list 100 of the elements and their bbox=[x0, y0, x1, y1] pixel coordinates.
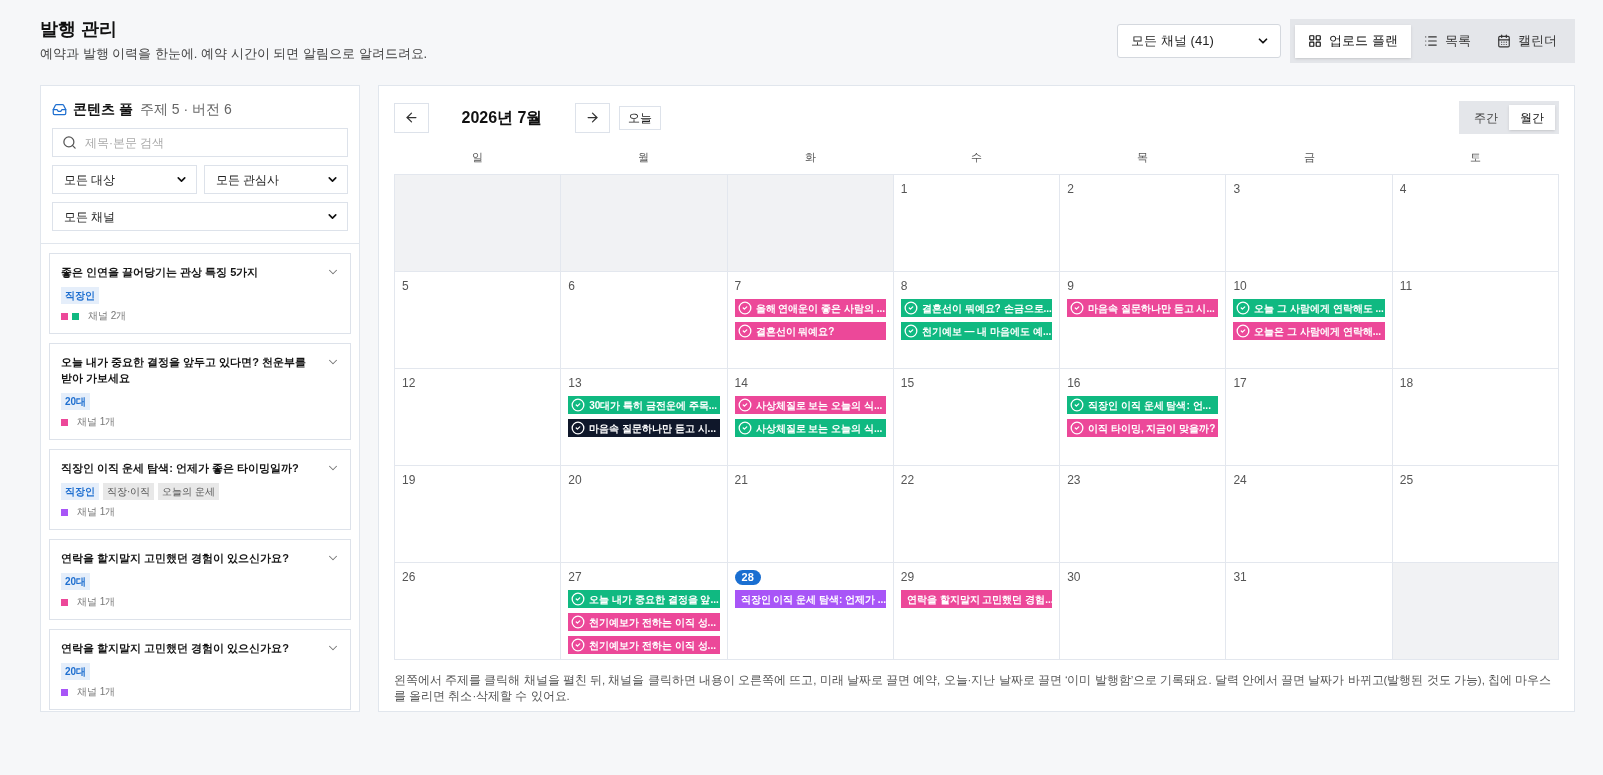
audience-tag: 직장인 bbox=[61, 287, 99, 304]
event-chip[interactable]: 마음속 질문하나만 듣고 시... bbox=[1067, 299, 1219, 317]
filter-dropdown[interactable]: 모든 대상 bbox=[52, 165, 197, 194]
day-number: 20 bbox=[568, 473, 582, 488]
today-date-marker: 28 bbox=[734, 570, 761, 585]
page-title: 발행 관리 bbox=[40, 19, 118, 39]
event-chip[interactable]: 오늘 내가 중요한 결정을 앞... bbox=[568, 590, 720, 608]
check-circle-icon bbox=[903, 324, 918, 338]
day-number: 11 bbox=[1399, 279, 1413, 294]
event-chip[interactable]: 30대가 특히 금전운에 주목... bbox=[568, 396, 720, 414]
filter-dropdown[interactable]: 모든 채널 bbox=[52, 202, 348, 231]
day-number: 24 bbox=[1233, 473, 1247, 488]
weekday-label: 토 bbox=[1470, 149, 1482, 165]
check-circle-icon bbox=[1070, 421, 1085, 435]
page-subtitle: 예약과 발행 이력을 한눈에. 예약 시간이 되면 알림으로 알려드려요. bbox=[40, 46, 428, 62]
check-circle-icon bbox=[1236, 324, 1251, 338]
view-tab[interactable]: 업로드 플랜 bbox=[1295, 24, 1411, 58]
arrow-right-icon bbox=[585, 110, 600, 125]
search-field[interactable]: 제목·본문 검색 bbox=[52, 128, 348, 157]
audience-tag: 20대 bbox=[61, 573, 91, 590]
period-tab[interactable]: 월간 bbox=[1509, 105, 1555, 130]
event-chip[interactable]: 천기예보 — 내 마음에도 예... bbox=[900, 322, 1053, 340]
event-chip[interactable]: 직장인 이직 운세 탐색: 언... bbox=[1067, 396, 1219, 414]
day-number: 30 bbox=[1067, 570, 1081, 585]
day-number: 9 bbox=[1067, 279, 1074, 294]
day-number: 2 bbox=[1067, 182, 1074, 197]
event-chip[interactable]: 천기예보가 전하는 이직 성... bbox=[568, 636, 720, 654]
check-circle-icon bbox=[737, 421, 752, 435]
filter-dropdown[interactable]: 모든 관심사 bbox=[203, 165, 348, 194]
list-icon bbox=[1424, 34, 1438, 48]
channel-count: 채널 2개 bbox=[88, 310, 127, 322]
day-number: 25 bbox=[1399, 473, 1414, 488]
previous-month-button[interactable] bbox=[394, 102, 429, 133]
channel-count: 채널 1개 bbox=[77, 686, 116, 698]
grid-icon bbox=[1308, 34, 1323, 48]
check-circle-icon bbox=[571, 615, 586, 629]
day-number: 15 bbox=[900, 376, 915, 391]
period-tab[interactable]: 주간 bbox=[1463, 105, 1509, 130]
audience-tag: 20대 bbox=[61, 393, 91, 410]
weekday-label: 금 bbox=[1303, 149, 1315, 165]
weekday-label: 화 bbox=[804, 149, 816, 165]
category-tag: 오늘의 운세 bbox=[158, 483, 220, 500]
check-circle-icon bbox=[571, 592, 586, 606]
event-chip[interactable]: 이직 타이밍, 지금이 맞을까? bbox=[1067, 419, 1219, 437]
check-circle-icon bbox=[737, 324, 752, 338]
event-chip[interactable]: 연락을 할지말지 고민했던 경험... bbox=[900, 590, 1053, 608]
day-number: 6 bbox=[568, 279, 575, 294]
inbox-icon bbox=[52, 101, 67, 117]
topic-card[interactable]: 직장인 이직 운세 탐색: 언제가 좋은 타이밍일까? 직장인 직장·이직 오늘의 운세 채널 1개 bbox=[49, 449, 351, 530]
day-number: 29 bbox=[900, 570, 915, 585]
check-circle-icon bbox=[571, 421, 586, 435]
weekday-label: 목 bbox=[1137, 149, 1149, 165]
audience-tag: 직장인 bbox=[61, 483, 99, 500]
calendar-icon bbox=[1497, 34, 1511, 48]
check-circle-icon bbox=[571, 398, 586, 412]
event-chip[interactable]: 직장인 이직 운세 탐색: 언제가 ... bbox=[734, 590, 886, 608]
day-number: 17 bbox=[1233, 376, 1247, 391]
panel-title: 콘텐츠 풀 bbox=[73, 99, 133, 119]
day-number: 7 bbox=[734, 279, 742, 294]
check-circle-icon bbox=[903, 301, 918, 315]
view-tab[interactable]: 목록 bbox=[1411, 24, 1484, 58]
topic-title: 좋은 인연을 끌어당기는 관상 특징 5가지 bbox=[61, 265, 260, 280]
weekday-label: 월 bbox=[638, 149, 650, 165]
check-circle-icon bbox=[1236, 301, 1251, 315]
weekday-label: 수 bbox=[971, 149, 982, 165]
view-tab[interactable]: 캘린더 bbox=[1484, 24, 1570, 58]
event-chip[interactable]: 마음속 질문하나만 듣고 시... bbox=[568, 419, 720, 437]
event-chip[interactable]: 오늘 그 사람에게 연락해도 ... bbox=[1233, 299, 1385, 317]
topic-card[interactable]: 좋은 인연을 끌어당기는 관상 특징 5가지 직장인 채널 2개 bbox=[49, 253, 351, 334]
next-month-button[interactable] bbox=[575, 102, 610, 133]
event-chip[interactable]: 천기예보가 전하는 이직 성... bbox=[568, 613, 720, 631]
event-chip[interactable]: 결혼선이 뭐예요? 손금으로... bbox=[900, 299, 1053, 317]
day-number: 22 bbox=[900, 473, 915, 488]
check-circle-icon bbox=[1070, 301, 1085, 315]
check-circle-icon bbox=[737, 301, 752, 315]
check-circle-icon bbox=[1070, 398, 1085, 412]
day-number: 14 bbox=[734, 376, 748, 391]
search-icon bbox=[62, 135, 77, 150]
event-chip[interactable]: 결혼선이 뭐예요? bbox=[734, 322, 886, 340]
channel-count: 채널 1개 bbox=[77, 416, 116, 428]
day-number: 3 bbox=[1233, 182, 1241, 197]
event-chip[interactable]: 사상체질로 보는 오늘의 식... bbox=[734, 396, 886, 414]
day-number: 21 bbox=[734, 473, 748, 488]
panel-summary: 주제 5 · 버전 6 bbox=[139, 99, 232, 119]
topic-card[interactable]: 연락을 할지말지 고민했던 경험이 있으신가요? 20대 채널 1개 bbox=[49, 629, 351, 710]
today-button[interactable]: 오늘 bbox=[619, 105, 661, 130]
topic-title: 연락을 할지말지 고민했던 경험이 있으신가요? bbox=[61, 551, 290, 566]
topic-card[interactable]: 연락을 할지말지 고민했던 경험이 있으신가요? 20대 채널 1개 bbox=[49, 539, 351, 620]
channel-dropdown[interactable]: 모든 채널 (41) bbox=[1117, 24, 1282, 58]
usage-hint: 왼쪽에서 주제를 클릭해 채널을 펼친 뒤, 채널을 클릭하면 내용이 오른쪽에 뜨고, 미래 날짜로 끌면 예약, 오늘·지난 날짜로 끌면 ‘이미 발행함’으로 기록돼요. 달력 안에서 끌면 날짜가 바뀌고(발행된 것도 가능), 칩에 마우스를 올리면 취소·삭제할 수 있어요. bbox=[394, 673, 1553, 704]
day-number: 5 bbox=[402, 279, 409, 294]
event-chip[interactable]: 사상체질로 보는 오늘의 식... bbox=[734, 419, 886, 437]
day-number: 18 bbox=[1399, 376, 1414, 391]
day-number: 16 bbox=[1067, 376, 1081, 391]
event-chip[interactable]: 오늘은 그 사람에게 연락해... bbox=[1233, 322, 1385, 340]
day-number: 13 bbox=[568, 376, 582, 391]
day-number: 12 bbox=[402, 376, 416, 391]
event-chip[interactable]: 올해 연애운이 좋은 사람의 ... bbox=[734, 299, 886, 317]
day-number: 27 bbox=[568, 570, 582, 585]
topic-card[interactable]: 오늘 내가 중요한 결정을 앞두고 있다면? 천운부를 받아 가보세요 20대 채널 1개 bbox=[49, 343, 351, 440]
